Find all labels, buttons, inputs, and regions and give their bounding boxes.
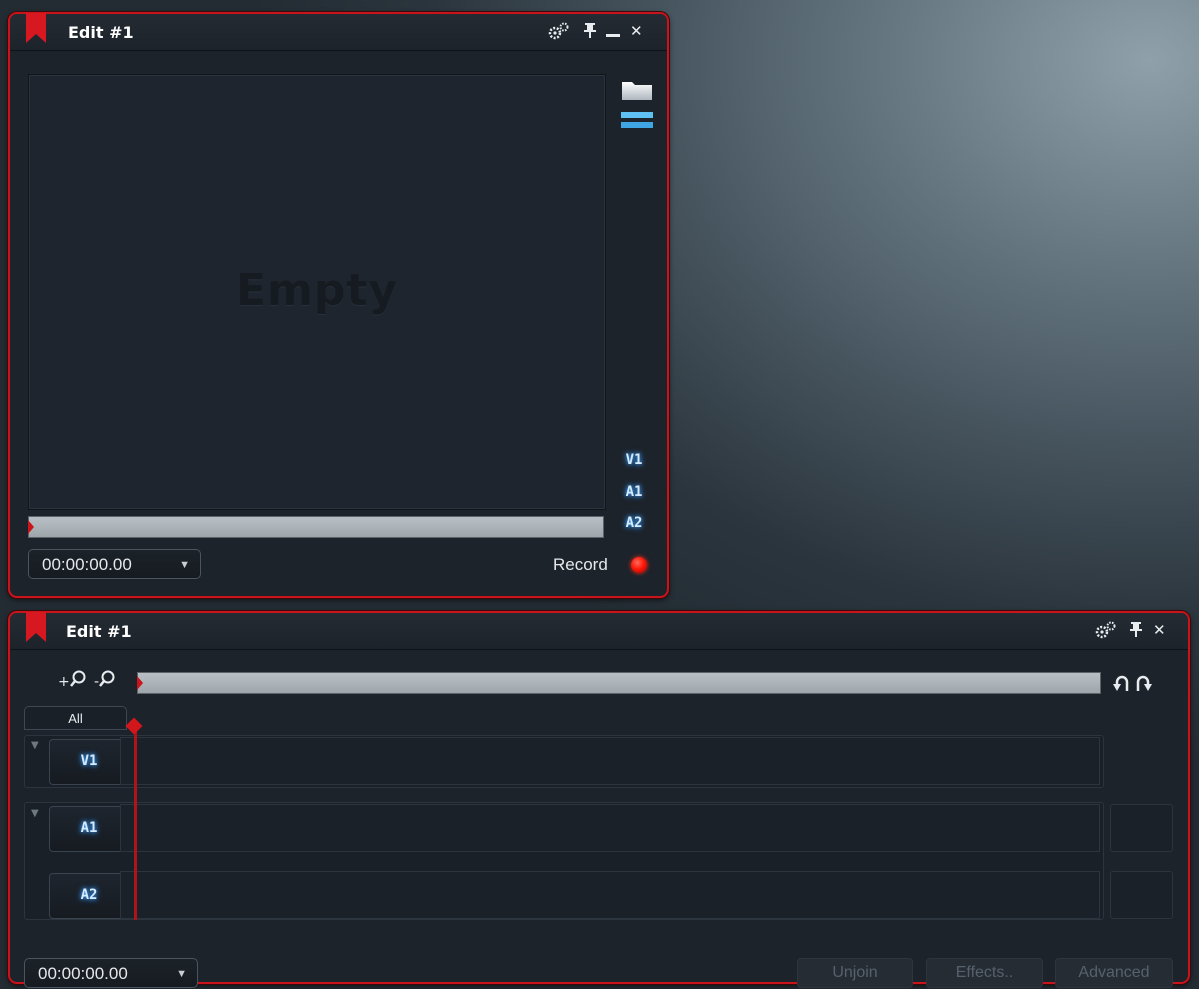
chevron-down-icon: ▼	[176, 968, 187, 980]
unjoin-button[interactable]: Unjoin	[797, 958, 913, 988]
track-header-v1[interactable]: V1	[49, 739, 129, 785]
track-side-box-a1	[1110, 804, 1173, 852]
undo-icon[interactable]	[1113, 672, 1131, 694]
track-lane-v1[interactable]	[120, 737, 1100, 785]
gears-icon[interactable]	[1093, 620, 1117, 645]
minimize-icon[interactable]	[606, 21, 620, 44]
video-preview[interactable]: Empty	[28, 74, 606, 510]
collapse-arrow-icon[interactable]: ▼	[31, 808, 39, 819]
record-label: Record	[553, 555, 608, 574]
viewer-title: Edit #1	[68, 23, 134, 42]
layers-icon[interactable]	[621, 110, 653, 132]
playhead-handle[interactable]	[125, 717, 143, 735]
timeline-timecode[interactable]: 00:00:00.00 ▼	[24, 958, 198, 988]
timeline-panel: Edit #1 ✕ + - All ▼ V1 ▼ A1 A2 00:00:00.…	[8, 611, 1190, 988]
bookmark-icon	[26, 612, 46, 642]
empty-label: Empty	[235, 265, 399, 316]
effects-button[interactable]: Effects..	[926, 958, 1043, 988]
track-tag-a2: A2	[80, 887, 98, 903]
folder-icon[interactable]	[621, 79, 653, 101]
track-side-box-a2	[1110, 871, 1173, 919]
close-icon[interactable]: ✕	[630, 21, 643, 41]
redo-icon[interactable]	[1134, 672, 1152, 694]
viewer-panel: Edit #1 ✕ Empty V1 A1 A2 00:00:00.00 ▼ R…	[8, 12, 669, 598]
playhead[interactable]	[134, 727, 137, 920]
track-lane-a2[interactable]	[120, 871, 1100, 919]
advanced-button[interactable]: Advanced	[1055, 958, 1173, 988]
pin-icon[interactable]	[584, 21, 596, 44]
track-tag-a2[interactable]: A2	[617, 515, 651, 531]
track-header-a2[interactable]: A2	[49, 873, 129, 919]
track-tag-v1[interactable]: V1	[617, 452, 651, 468]
scrubber-marker[interactable]	[137, 676, 143, 690]
scrubber-marker[interactable]	[28, 520, 34, 534]
collapse-arrow-icon[interactable]: ▼	[31, 740, 39, 751]
track-lane-a1[interactable]	[120, 804, 1100, 852]
zoom-out-icon[interactable]: -	[94, 670, 115, 691]
track-tag-a1[interactable]: A1	[617, 484, 651, 500]
timeline-title: Edit #1	[66, 622, 132, 641]
track-tag-v1: V1	[80, 753, 98, 769]
timeline-scrubber[interactable]	[137, 672, 1101, 694]
zoom-in-sign: +	[58, 674, 70, 690]
gears-icon[interactable]	[546, 21, 570, 46]
bookmark-icon	[26, 13, 46, 43]
pin-icon[interactable]	[1130, 620, 1142, 643]
record-button-icon[interactable]	[631, 557, 647, 573]
viewer-timecode[interactable]: 00:00:00.00 ▼	[28, 549, 201, 579]
viewer-scrubber[interactable]	[28, 516, 604, 538]
track-tag-a1: A1	[80, 820, 98, 836]
track-header-a1[interactable]: A1	[49, 806, 129, 852]
timecode-value: 00:00:00.00	[38, 964, 128, 983]
timecode-value: 00:00:00.00	[42, 555, 132, 574]
zoom-in-icon[interactable]: +	[58, 670, 86, 691]
close-icon[interactable]: ✕	[1153, 620, 1166, 640]
tab-all[interactable]: All	[24, 706, 127, 730]
chevron-down-icon: ▼	[179, 559, 190, 571]
timeline-titlebar[interactable]: Edit #1 ✕	[10, 612, 1188, 650]
viewer-titlebar[interactable]: Edit #1 ✕	[10, 13, 667, 51]
